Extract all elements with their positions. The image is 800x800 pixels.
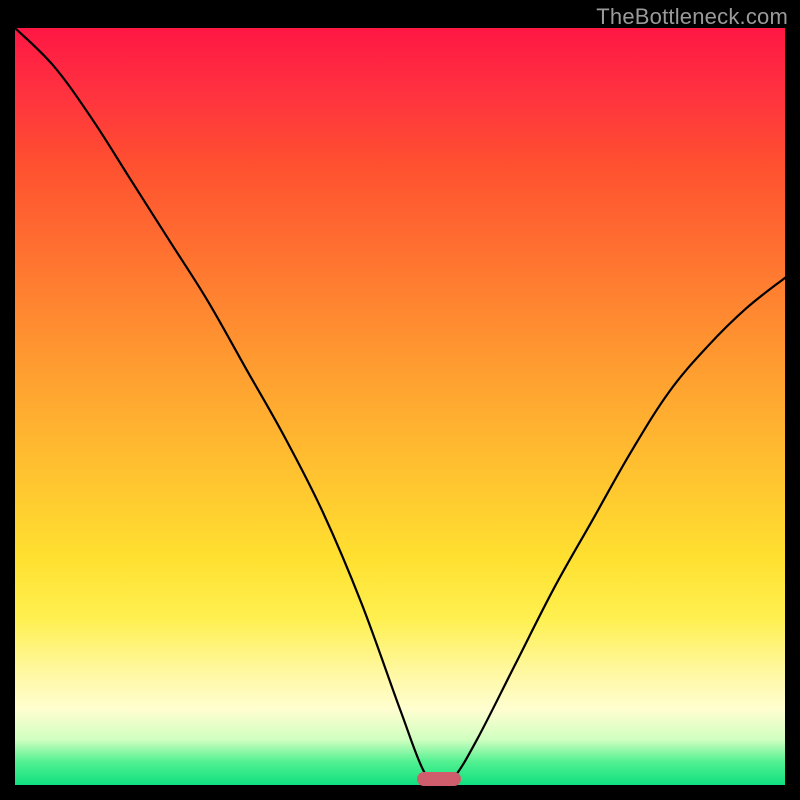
plot-area — [15, 28, 785, 785]
bottleneck-curve — [15, 28, 785, 785]
optimal-marker — [417, 772, 461, 786]
chart-frame: TheBottleneck.com — [0, 0, 800, 800]
watermark-text: TheBottleneck.com — [596, 4, 788, 30]
